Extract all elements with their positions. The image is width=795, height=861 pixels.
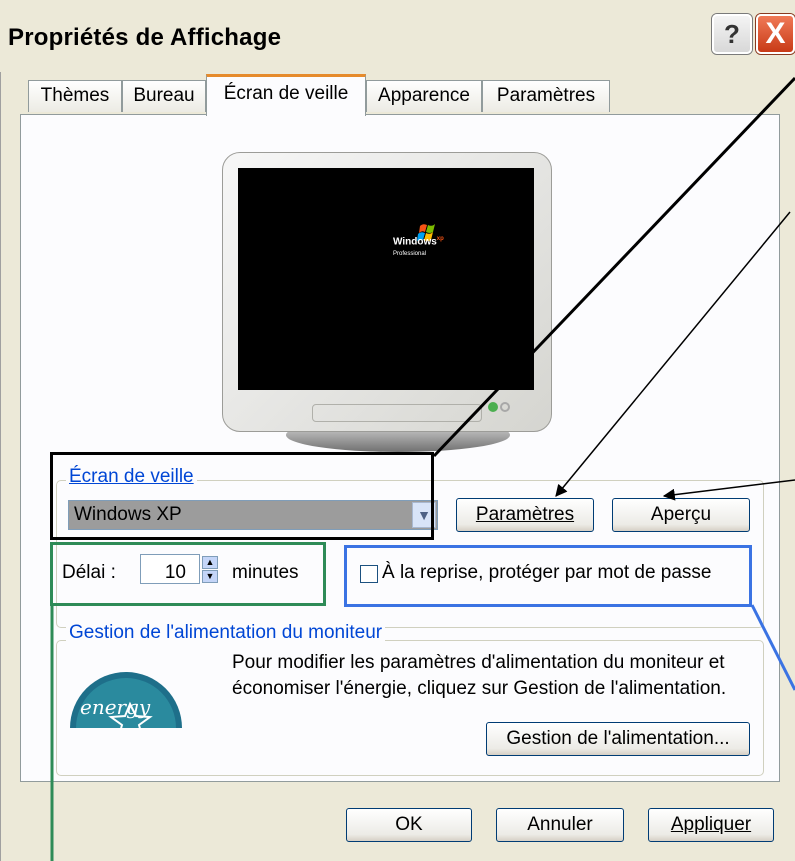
close-button[interactable]: X — [756, 14, 795, 54]
annotation-box-screensaver — [50, 452, 434, 540]
power-description-line1: Pour modifier les paramètres d'alimentat… — [232, 652, 725, 673]
power-description-line2: économiser l'énergie, cliquez sur Gestio… — [232, 678, 727, 699]
power-group-legend: Gestion de l'alimentation du moniteur — [66, 622, 386, 644]
annotation-box-password — [344, 545, 752, 607]
apply-button[interactable]: Appliquer — [648, 808, 774, 842]
svg-text:energy: energy — [80, 695, 151, 719]
screensaver-preview-screen — [238, 168, 534, 390]
monitor-power-icon — [500, 402, 510, 412]
ok-button[interactable]: OK — [346, 808, 472, 842]
windows-logo-text: Windowsxp Professional — [393, 236, 444, 258]
tab-settings[interactable]: Paramètres — [482, 80, 610, 112]
annotation-box-delay — [50, 542, 326, 606]
tab-desktop[interactable]: Bureau — [122, 80, 206, 112]
tab-appearance[interactable]: Apparence — [366, 80, 482, 112]
help-button[interactable]: ? — [712, 14, 752, 54]
cancel-button[interactable]: Annuler — [496, 808, 624, 842]
energy-star-logo-icon: energy — [70, 672, 182, 730]
monitor-bezel-panel — [312, 404, 482, 422]
help-icon: ? — [724, 19, 740, 49]
monitor-led-icon — [488, 402, 498, 412]
screensaver-settings-button[interactable]: Paramètres — [456, 498, 594, 532]
window-title: Propriétés de Affichage — [8, 24, 282, 51]
power-management-button[interactable]: Gestion de l'alimentation... — [486, 722, 750, 756]
tab-themes[interactable]: Thèmes — [28, 80, 122, 112]
tab-screensaver[interactable]: Écran de veille — [206, 74, 366, 116]
close-icon: X — [765, 17, 786, 50]
screensaver-preview-button[interactable]: Aperçu — [612, 498, 750, 532]
